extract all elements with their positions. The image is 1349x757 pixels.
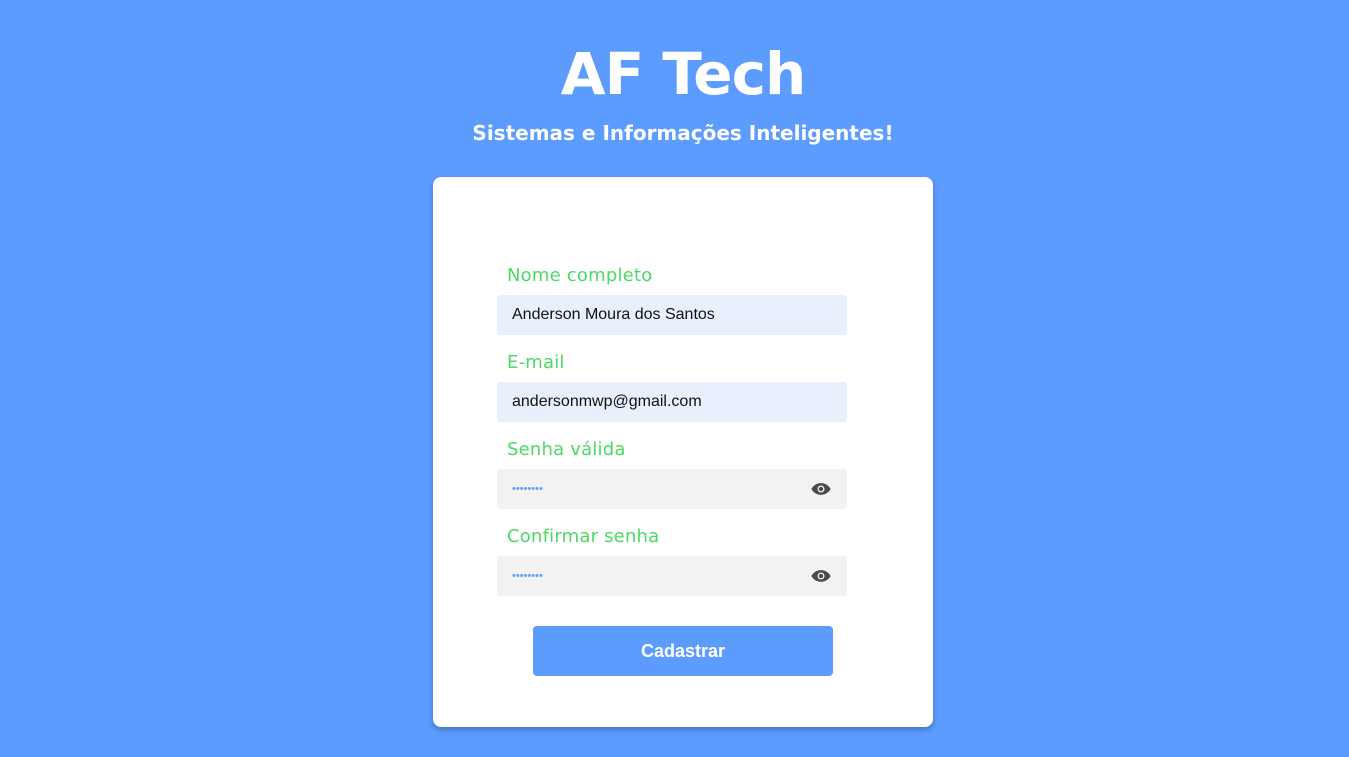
confirm-password-value: •••••••• [512,570,543,582]
email-label: E-mail [507,352,565,373]
full-name-value: Anderson Moura dos Santos [512,306,715,323]
full-name-field[interactable]: Anderson Moura dos Santos [497,295,847,335]
password-value: •••••••• [512,483,543,495]
password-label: Senha válida [507,439,626,460]
email-field[interactable]: andersonmwp@gmail.com [497,382,847,422]
page-subtitle: Sistemas e Informações Inteligentes! [472,121,894,145]
confirm-password-field[interactable]: •••••••• [497,556,847,596]
full-name-label: Nome completo [507,265,653,286]
confirm-password-label: Confirmar senha [507,526,660,547]
eye-icon[interactable] [811,481,831,497]
email-value: andersonmwp@gmail.com [512,393,702,410]
password-field[interactable]: •••••••• [497,469,847,509]
eye-icon[interactable] [811,568,831,584]
page-title: AF Tech [560,40,807,108]
register-button[interactable]: Cadastrar [533,626,833,676]
signup-card: Nome completo Anderson Moura dos Santos … [433,177,933,727]
